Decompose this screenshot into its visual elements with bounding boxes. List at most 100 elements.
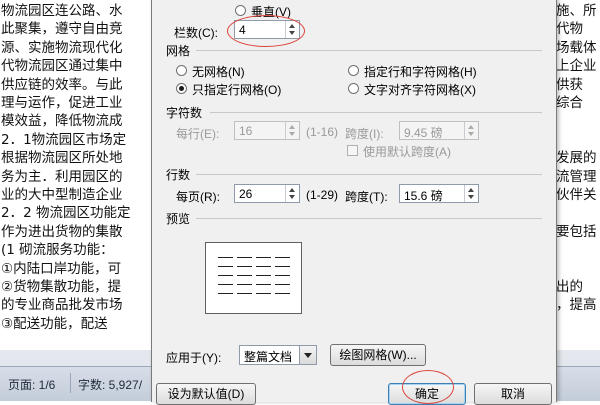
preview-section-title: 预览	[166, 212, 191, 226]
document-line: 根据物流园区所处地	[1, 150, 123, 167]
document-line: 业的大中型制造企业	[1, 187, 123, 203]
grid-lines-chars-label: 指定行和字符网格(H)	[364, 65, 477, 79]
document-line: 务为主．利用园区的	[1, 168, 123, 185]
annotation-circle-ok	[402, 370, 454, 404]
set-default-button[interactable]: 设为默认值(D)	[156, 383, 256, 405]
page-setup-dialog: 垂直(V) 栏数(C): 4 网格 无网格(N) 指定行和字符网格(H) 只指定…	[151, 0, 557, 405]
section-divider	[196, 174, 542, 175]
lines-section-title: 行数	[166, 168, 191, 182]
columns-label: 栏数(C):	[174, 26, 218, 40]
document-line: 出的	[556, 279, 583, 295]
spinner-arrows[interactable]	[464, 185, 478, 202]
lines-range: (1-29)	[306, 188, 339, 202]
chars-section-title: 字符数	[166, 106, 203, 120]
preview-line	[275, 293, 290, 294]
document-line: 代物流园区通过集中	[1, 58, 123, 75]
document-line: 模效益，降低物流成	[1, 113, 123, 130]
spinner-arrows[interactable]	[285, 122, 299, 139]
grid-none-label: 无网格(N)	[192, 65, 245, 79]
preview-line	[218, 293, 233, 294]
grid-preview	[205, 242, 302, 314]
document-line: ②货物集散功能，提	[1, 279, 122, 295]
spinner-arrows[interactable]	[285, 185, 299, 202]
status-word-count[interactable]: 字数: 5,927/	[78, 376, 142, 393]
preview-line	[256, 257, 271, 258]
preview-line	[237, 293, 252, 294]
lines-per-page-spinner[interactable]: 26	[234, 184, 300, 203]
lines-per-page-value[interactable]: 26	[239, 187, 252, 201]
spinner-arrows[interactable]	[464, 122, 478, 139]
document-line: ①内陆口岸功能，可	[1, 260, 122, 277]
chars-pitch-value[interactable]: 9.45 磅	[404, 124, 443, 141]
lines-pitch-value[interactable]: 15.6 磅	[404, 187, 443, 204]
preview-line	[237, 266, 252, 267]
document-line: (1 砌流服务功能：	[1, 242, 114, 259]
grid-none-radio[interactable]	[176, 65, 187, 76]
preview-line	[275, 257, 290, 258]
document-line: 发展的	[556, 150, 597, 167]
document-line: 源、实施物流现代化	[1, 39, 123, 56]
chars-per-line-value[interactable]: 16	[239, 124, 252, 138]
document-line: 要包括	[556, 223, 597, 240]
grid-lines-only-radio[interactable]	[176, 83, 187, 94]
preview-line	[218, 266, 233, 267]
draw-grid-button[interactable]: 绘图网格(W)...	[330, 344, 426, 366]
preview-line	[256, 275, 271, 276]
preview-line	[256, 266, 271, 267]
preview-line	[237, 275, 252, 276]
status-page[interactable]: 页面: 1/6	[8, 376, 55, 393]
document-line: 综合	[556, 95, 583, 111]
document-line: 上企业	[556, 58, 597, 75]
use-default-pitch-checkbox[interactable]	[347, 145, 358, 156]
apply-to-select[interactable]: 整篇文档	[239, 345, 317, 365]
annotation-circle-columns	[227, 15, 305, 47]
section-divider	[196, 50, 542, 51]
preview-line	[237, 284, 252, 285]
preview-line	[256, 284, 271, 285]
preview-line	[256, 293, 271, 294]
document-line: 供应链的效率。与此	[1, 76, 123, 93]
lines-per-page-label: 每页(R):	[176, 190, 220, 204]
apply-to-label: 应用于(Y):	[166, 351, 222, 365]
section-divider	[210, 112, 542, 113]
cancel-button[interactable]: 取消	[474, 383, 552, 405]
document-line: 此聚集，遵守自由竞	[1, 21, 123, 38]
status-separator	[70, 373, 71, 393]
preview-line	[237, 257, 252, 258]
document-line: 物流园区连公路、水	[1, 3, 123, 19]
document-line: 的专业商品批发市场	[1, 297, 123, 314]
lines-pitch-spinner[interactable]: 15.6 磅	[399, 184, 479, 203]
lines-pitch-label: 跨度(T):	[345, 190, 388, 204]
document-line: 代物	[556, 21, 583, 38]
document-line: 理与运作，促进工业	[1, 95, 123, 111]
preview-line	[275, 284, 290, 285]
grid-align-label: 文字对齐字符网格(X)	[364, 83, 476, 97]
document-line: 供获	[556, 76, 583, 93]
preview-line	[218, 284, 233, 285]
chars-range: (1-16)	[306, 125, 339, 139]
preview-line	[218, 275, 233, 276]
document-line: ，提高	[556, 297, 597, 314]
apply-to-value: 整篇文档	[244, 350, 293, 364]
document-line: 场载体	[556, 39, 597, 56]
document-line: ③配送功能，配送	[1, 315, 108, 332]
vertical-radio[interactable]	[235, 5, 246, 16]
use-default-pitch-label: 使用默认跨度(A)	[363, 145, 451, 159]
chars-per-line-label: 每行(E):	[176, 127, 220, 141]
preview-line	[275, 266, 290, 267]
grid-align-radio[interactable]	[348, 83, 359, 94]
preview-line	[275, 275, 290, 276]
grid-lines-chars-radio[interactable]	[348, 65, 359, 76]
grid-lines-only-label: 只指定行网格(O)	[192, 83, 282, 97]
document-line: 2．2 物流园区功能定	[1, 205, 131, 222]
preview-line	[218, 257, 233, 258]
chars-per-line-spinner[interactable]: 16	[234, 121, 300, 140]
chevron-down-icon[interactable]	[299, 346, 316, 364]
section-divider	[196, 218, 542, 219]
document-line: 作为进出货物的集散	[1, 223, 123, 240]
grid-section-title: 网格	[166, 44, 191, 58]
document-line: 伙伴关	[556, 187, 597, 203]
chars-pitch-spinner[interactable]: 9.45 磅	[399, 121, 479, 140]
chars-pitch-label: 跨度(I):	[345, 127, 384, 141]
document-line: 流管理	[556, 168, 597, 185]
